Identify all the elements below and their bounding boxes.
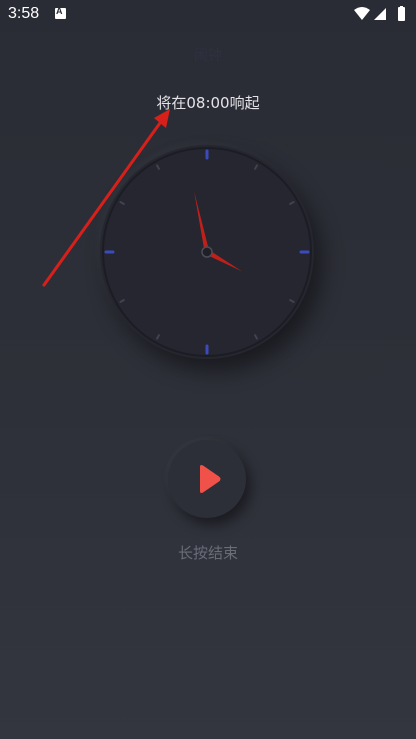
analog-clock [100, 145, 314, 359]
alarm-ring-time: 将在08:00响起 [156, 94, 260, 112]
long-press-hint: 长按结束 [177, 544, 238, 562]
status-bar: 3:58 A [0, 0, 416, 30]
cellular-signal-icon [374, 8, 386, 20]
status-time: 3:58 [8, 5, 40, 22]
page-title: 闹钟 [194, 47, 222, 63]
clock-center-hub [201, 246, 213, 258]
battery-icon [398, 6, 405, 21]
play-icon [200, 465, 221, 493]
app-notification-icon: A [55, 6, 66, 19]
play-button[interactable] [168, 440, 246, 518]
app-notification-letter: A [56, 6, 63, 16]
status-indicators [354, 6, 408, 22]
wifi-icon [354, 7, 370, 20]
